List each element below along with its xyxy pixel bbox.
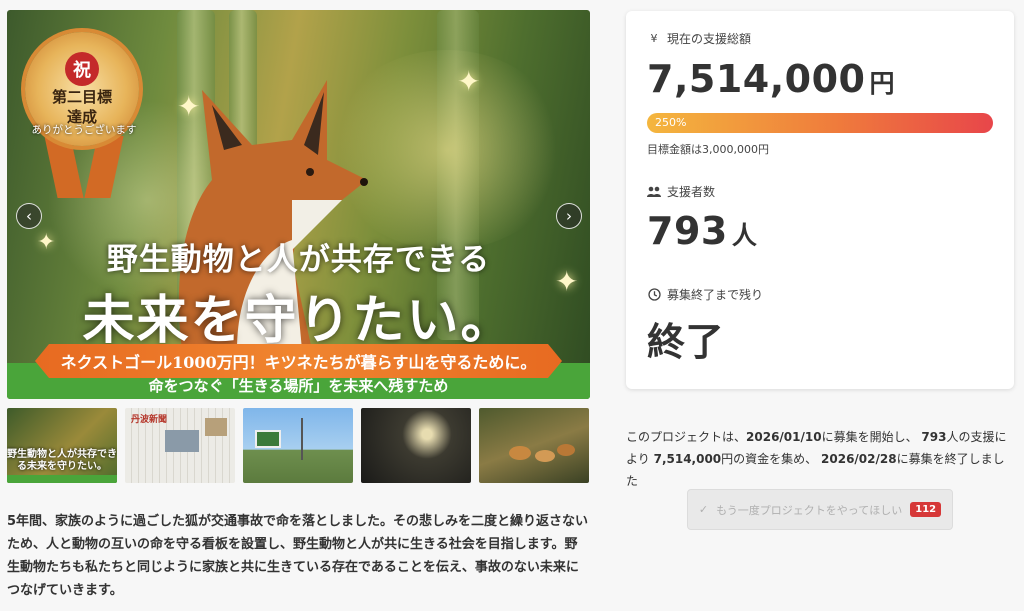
remaining-value: 終了 (647, 320, 725, 364)
hero-headline-top: 野生動物と人が共存できる (106, 242, 491, 278)
badge-thanks: ありがとうございます (31, 124, 137, 136)
progress-percent: 250% (655, 116, 687, 129)
thumbnail-strip: 野生動物と人が共存できる未来を守りたい。 丹波新聞 (7, 408, 590, 483)
summary-supporters: 793 (921, 430, 947, 444)
sparkle-icon: ✦ (457, 65, 481, 98)
start-date: 2026/01/10 (746, 430, 822, 444)
celebration-mark: 祝 (65, 52, 99, 86)
supporters-label: 支援者数 (647, 183, 715, 200)
badge-goal-line1: 第二目標 (51, 88, 112, 106)
stats-card: ¥ 現在の支援総額 7,514,000 円 250% 目標金額は3,000,000… (626, 11, 1014, 389)
goal-achieved-badge: 祝 第二目標 達成 ありがとうございます (21, 32, 147, 200)
progress-fill (647, 113, 993, 133)
thumbnail-newspaper[interactable]: 丹波新聞 (125, 408, 235, 483)
thumbnail-caption: 野生動物と人が共存できる未来を守りたい。 (7, 449, 117, 472)
hero-headline-main: 未来を守りたい。 (82, 290, 515, 351)
thumbnail-key-visual[interactable]: 野生動物と人が共存できる未来を守りたい。 (7, 408, 117, 483)
check-icon: ✓ (698, 503, 709, 516)
newspaper-title: 丹波新聞 (131, 415, 168, 425)
request-again-count: 112 (910, 502, 942, 517)
project-summary: このプロジェクトは、2026/01/10に募集を開始し、 793人の支援により … (626, 430, 1007, 488)
clock-icon (647, 288, 661, 302)
remaining-label: 募集終了まで残り (647, 286, 763, 303)
hero-orange-band: ネクストゴール1000万円！キツネたちが暮らす山を守るために。 (35, 344, 562, 378)
signboard-image (255, 430, 281, 448)
end-date: 2026/02/28 (821, 452, 897, 466)
thumbnail-night-road[interactable] (361, 408, 471, 483)
request-again-button[interactable]: ✓ もう一度プロジェクトをやってほしい 112 (687, 489, 953, 530)
hero-carousel[interactable]: ✦ ✦ ✦ ✦ 祝 第二目標 達成 ありがとうございます ‹ › 野生動物と人が… (7, 10, 590, 399)
summary-amount: 7,514,000 (653, 452, 722, 466)
progress-bar: 250% (647, 113, 993, 133)
total-label: ¥ 現在の支援総額 (647, 30, 752, 47)
goal-amount: 目標金額は3,000,000円 (647, 143, 769, 156)
chevron-right-icon: › (566, 207, 572, 225)
project-description: 5年間、家族のように過ごした狐が交通事故で命を落としました。その悲しみを二度と繰… (7, 514, 589, 598)
thumbnail-foxes[interactable] (479, 408, 589, 483)
carousel-prev-button[interactable]: ‹ (16, 203, 42, 229)
thumbnail-signboard[interactable] (243, 408, 353, 483)
chevron-left-icon: ‹ (26, 207, 32, 225)
sparkle-icon: ✦ (177, 90, 201, 123)
supporters-count: 793 人 (647, 209, 758, 253)
carousel-next-button[interactable]: › (556, 203, 582, 229)
yen-icon: ¥ (650, 32, 658, 45)
request-again-label: もう一度プロジェクトをやってほしい (716, 503, 903, 517)
users-icon (647, 185, 661, 199)
total-amount: 7,514,000 円 (647, 57, 895, 101)
